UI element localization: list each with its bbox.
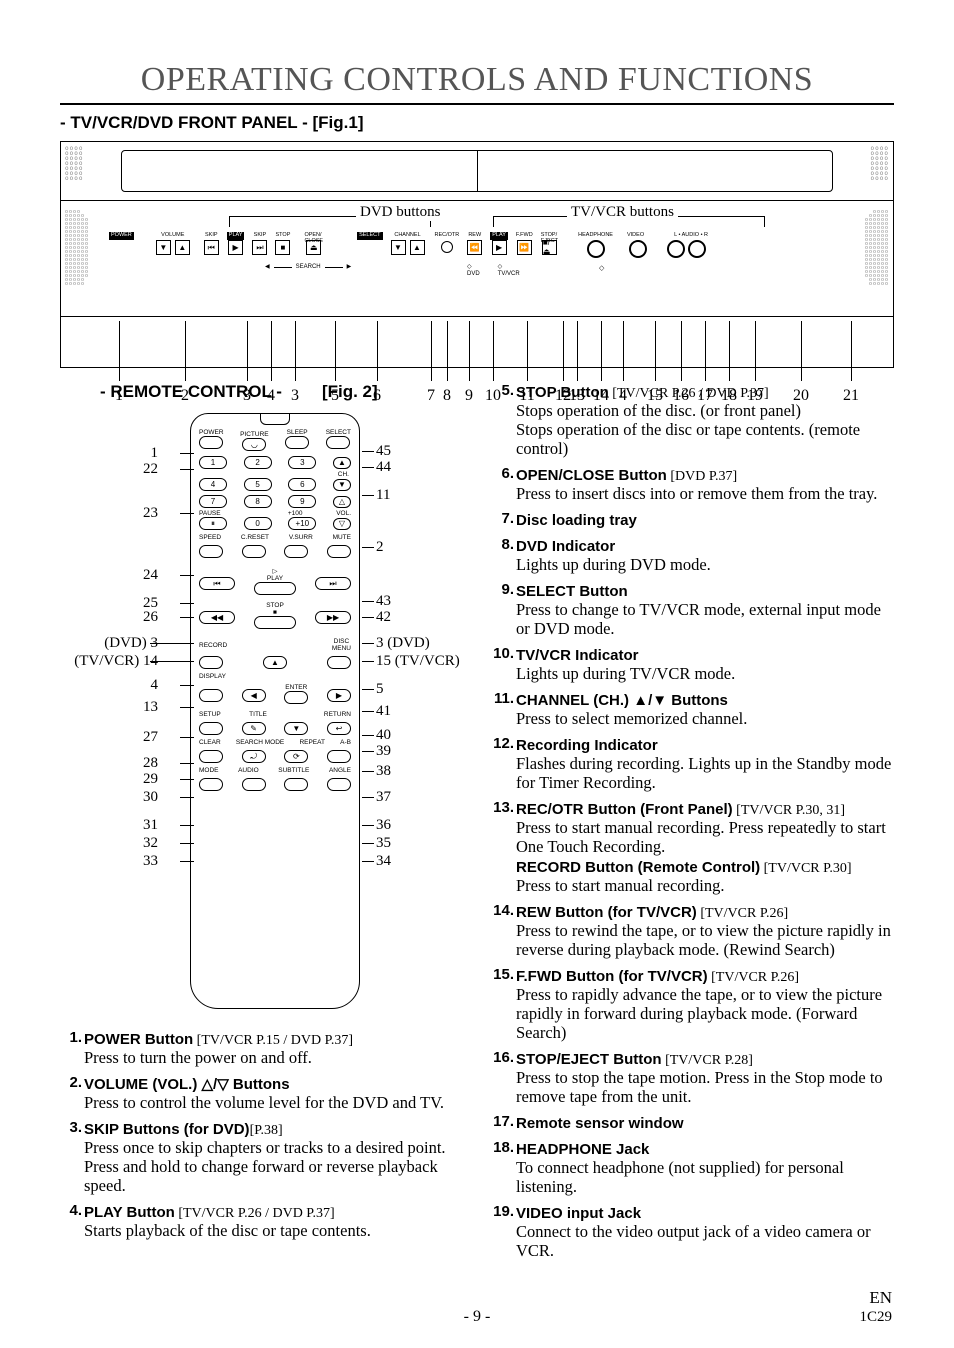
power-label: POWER <box>109 232 134 240</box>
headphone-label: HEADPHONE <box>578 232 613 240</box>
video-label: VIDEO <box>627 232 644 240</box>
tvvcr-indicator-label: TV/VCR <box>498 271 520 277</box>
items-list-left: 1.POWER Button [TV/VCR P.15 / DVD P.37]P… <box>60 1029 470 1241</box>
front-panel-diagram: oooooooooooooooooooooooooooo ooooooooooo… <box>60 141 894 368</box>
section-front-panel: - TV/VCR/DVD FRONT PANEL - [Fig.1] <box>60 113 894 133</box>
item-18: 18.HEADPHONE JackTo connect headphone (n… <box>492 1139 894 1197</box>
item-17: 17.Remote sensor window <box>492 1113 894 1133</box>
channel-label: CHANNEL <box>394 232 420 240</box>
page-footer: - 9 - EN 1C29 <box>0 1308 954 1326</box>
item-15: 15.F.FWD Button (for TV/VCR) [TV/VCR P.2… <box>492 966 894 1043</box>
select-label: SELECT <box>357 232 382 240</box>
rew-label: REW <box>468 232 481 240</box>
section-remote: - REMOTE CONTROL - <box>100 382 282 402</box>
item-13: 13.REC/OTR Button (Front Panel) [TV/VCR … <box>492 799 894 896</box>
item-4: 4.PLAY Button [TV/VCR P.26 / DVD P.37]St… <box>60 1202 470 1241</box>
item-19: 19.VIDEO input JackConnect to the video … <box>492 1203 894 1261</box>
dvd-buttons-label: DVD buttons <box>356 204 444 221</box>
stop-dvd-label: STOP <box>275 232 290 240</box>
skip-r-label: SKIP <box>254 232 267 240</box>
item-10: 10.TV/VCR IndicatorLights up during TV/V… <box>492 645 894 684</box>
item-5: 5.STOP Button [TV/VCR P.26 / DVD P.37]St… <box>492 382 894 459</box>
volume-label: VOLUME <box>161 232 184 240</box>
dvd-indicator-label: DVD <box>467 271 480 277</box>
item-16: 16.STOP/EJECT Button [TV/VCR P.28]Press … <box>492 1049 894 1107</box>
play-vcr-label: PLAY <box>490 232 508 240</box>
item-11: 11.CHANNEL (CH.) ▲/▼ ButtonsPress to sel… <box>492 690 894 729</box>
play-dvd-label: PLAY <box>227 232 245 240</box>
ffwd-label: F.FWD <box>516 232 533 240</box>
page-title: OPERATING CONTROLS AND FUNCTIONS <box>60 60 894 99</box>
item-12: 12.Recording IndicatorFlashes during rec… <box>492 735 894 793</box>
item-8: 8.DVD IndicatorLights up during DVD mode… <box>492 536 894 575</box>
items-list-right: 5.STOP Button [TV/VCR P.26 / DVD P.37]St… <box>492 382 894 1262</box>
title-rule <box>60 103 894 105</box>
openclose-label: OPEN/ CLOSE <box>304 232 323 240</box>
item-14: 14.REW Button (for TV/VCR) [TV/VCR P.26]… <box>492 902 894 960</box>
remote-diagram: 12223242526(DVD) 3(TV/VCR) 1441327282930… <box>80 409 470 1029</box>
audio-label: L • AUDIO • R <box>674 232 708 240</box>
item-9: 9.SELECT ButtonPress to change to TV/VCR… <box>492 581 894 639</box>
item-6: 6.OPEN/CLOSE Button [DVD P.37]Press to i… <box>492 465 894 504</box>
item-7: 7.Disc loading tray <box>492 510 894 530</box>
item-3: 3.SKIP Buttons (for DVD)[P.38]Press once… <box>60 1119 470 1196</box>
skip-l-label: SKIP <box>205 232 218 240</box>
recotr-label: REC/OTR <box>435 232 460 240</box>
item-1: 1.POWER Button [TV/VCR P.15 / DVD P.37]P… <box>60 1029 470 1068</box>
tvvcr-buttons-label: TV/VCR buttons <box>567 204 678 221</box>
item-2: 2.VOLUME (VOL.) △/▽ ButtonsPress to cont… <box>60 1074 470 1113</box>
search-label: SEARCH <box>296 264 321 271</box>
